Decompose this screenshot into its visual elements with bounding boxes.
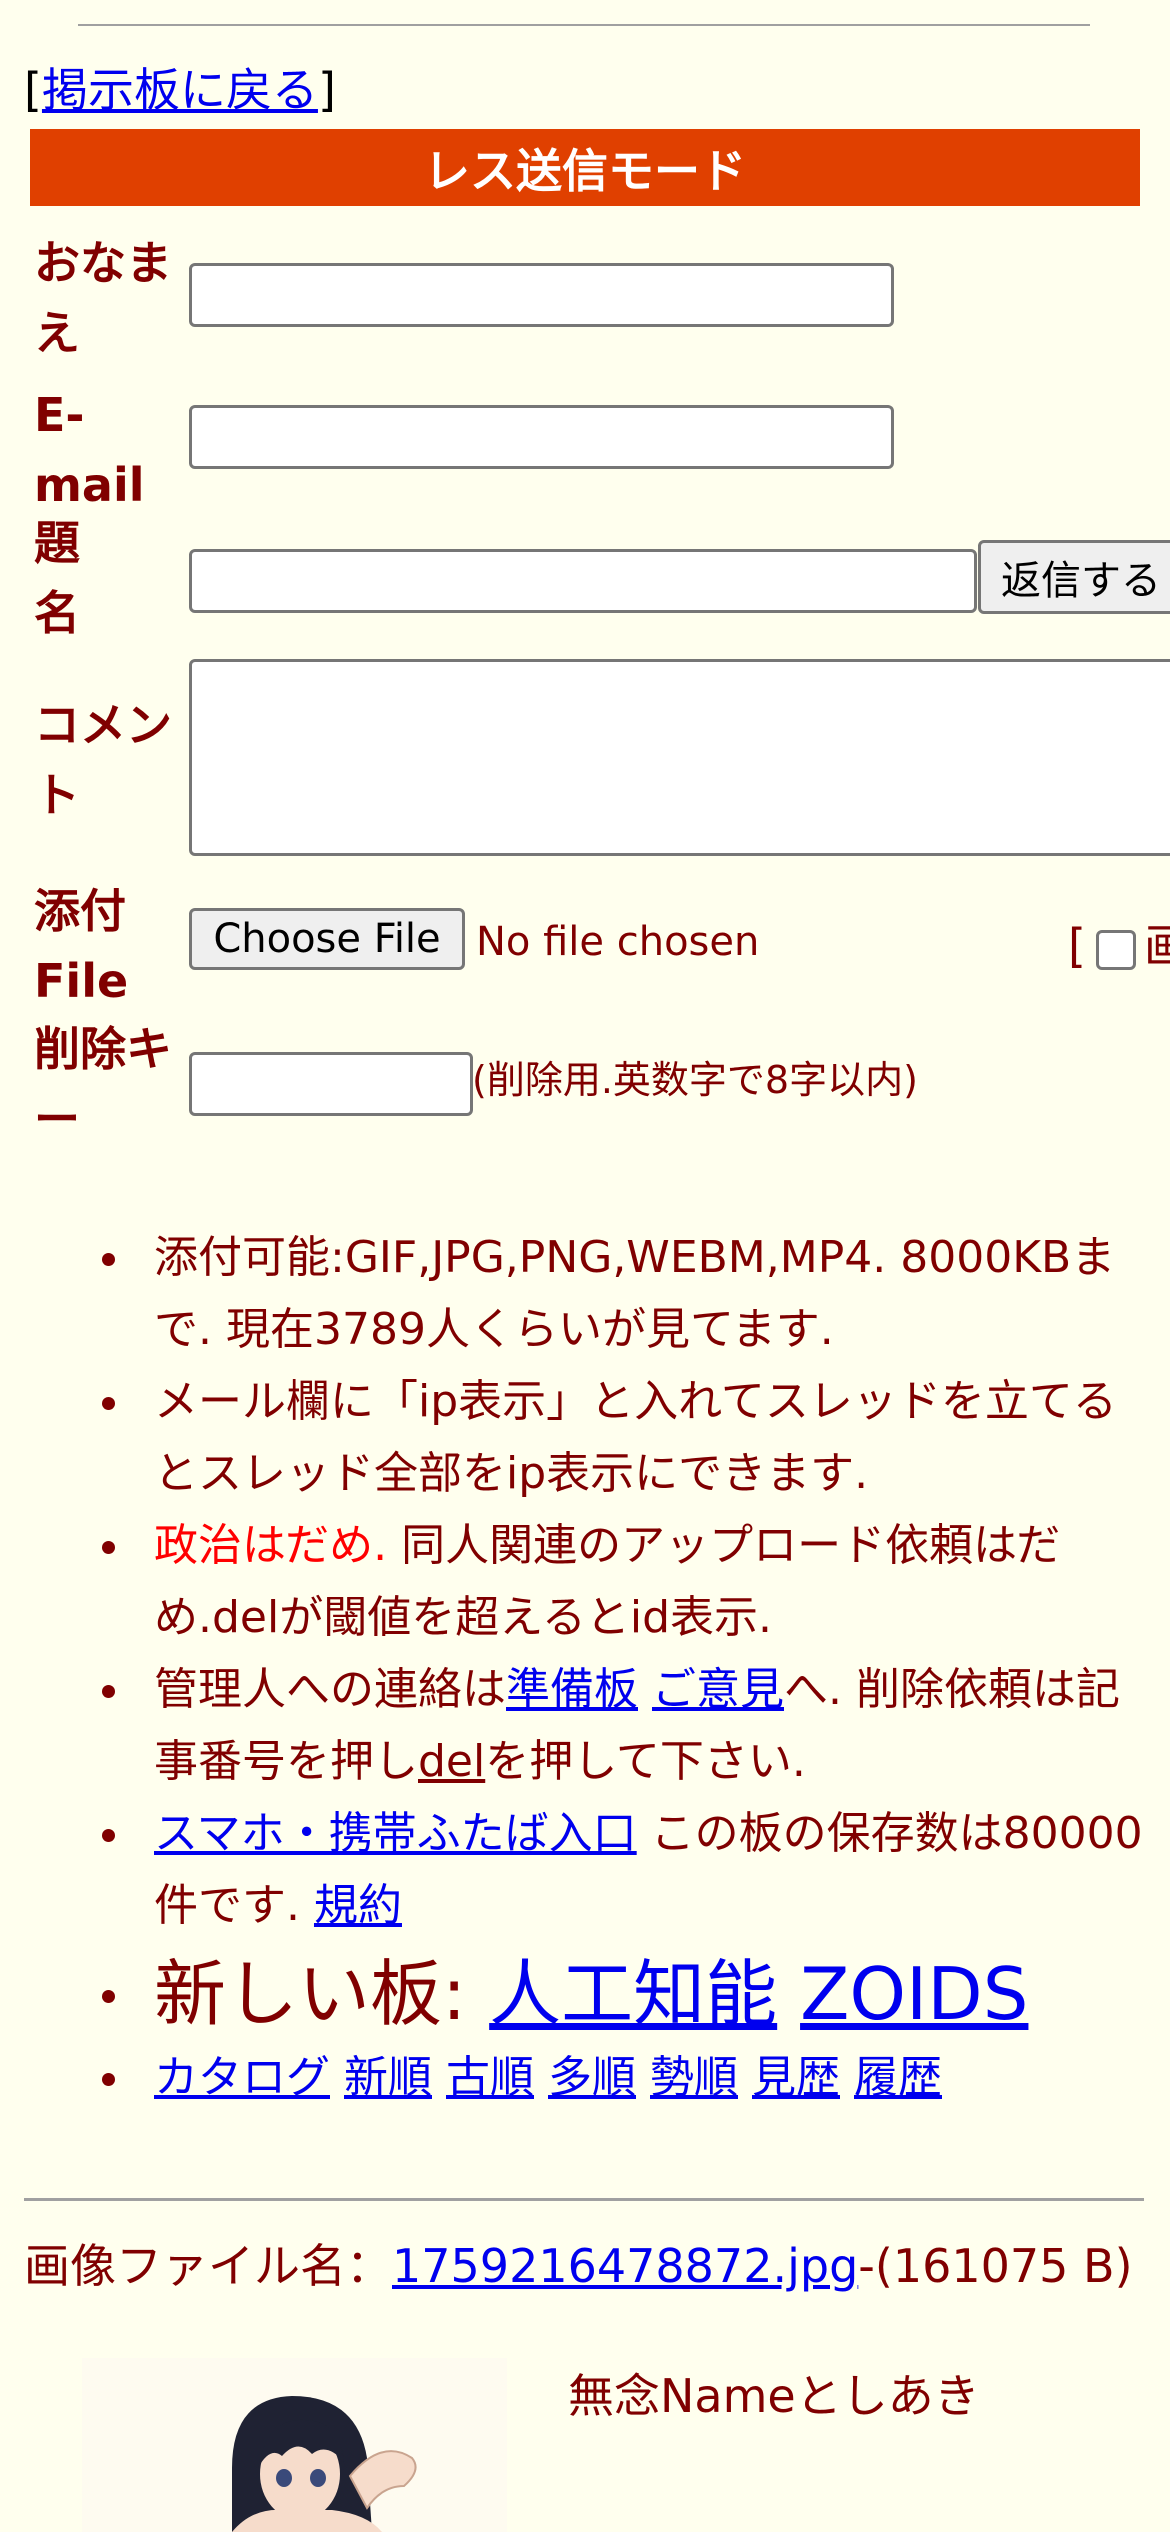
delete-key-label: 削除キー <box>34 1022 172 1146</box>
attach-label: 添付File <box>34 884 129 1008</box>
new-board-zoids-link[interactable]: ZOIDS <box>800 1952 1028 2036</box>
prep-board-link[interactable]: 準備板 <box>506 1664 638 1715</box>
board-rules-list: 添付可能:GIF,JPG,PNG,WEBM,MP4. 8000KBまで. 現在3… <box>0 1222 1170 2114</box>
top-divider <box>78 24 1090 26</box>
rule-text: 管理人への連絡は <box>154 1664 506 1715</box>
new-board-ai-link[interactable]: 人工知能 <box>489 1952 777 2036</box>
delete-key-hint: (削除用.英数字で8字以内) <box>472 1058 918 1102</box>
sort-momentum-link[interactable]: 勢順 <box>650 2052 738 2103</box>
file-size: -(161075 B) <box>858 2239 1133 2293</box>
mobile-entrance-link[interactable]: スマホ・携帯ふたば入口 <box>154 1808 637 1859</box>
rule-mobile: スマホ・携帯ふたば入口 この板の保存数は80000件です. 規約 <box>0 1798 1170 1942</box>
reply-submit-button[interactable]: 返信する <box>978 540 1170 614</box>
terms-link[interactable]: 規約 <box>314 1880 402 1931</box>
poster-name: 無念Nameとしあき <box>568 2369 980 2423</box>
name-label: おなまえ <box>34 236 172 360</box>
image-option-label: 画 <box>1143 919 1170 973</box>
new-boards-item: 新しい板: 人工知能 ZOIDS <box>0 1946 1170 2042</box>
subject-label: 題名 <box>34 516 80 640</box>
history-link[interactable]: 履歴 <box>854 2052 942 2103</box>
name-input[interactable] <box>189 263 894 327</box>
rule-contact: 管理人への連絡は準備板 ご意見へ. 削除依頼は記事番号を押しdelを押して下さい… <box>0 1654 1170 1798</box>
rule-text: 添付可能:GIF,JPG,PNG,WEBM,MP4. 8000KBまで. 現在3… <box>154 1232 1116 1355</box>
rule-text: を押して下さい. <box>485 1736 806 1787</box>
file-label: 画像ファイル名： <box>24 2239 392 2293</box>
sort-new-link[interactable]: 新順 <box>344 2052 432 2103</box>
email-input[interactable] <box>189 405 894 469</box>
comment-label: コメント <box>34 698 172 822</box>
post-file-info: 画像ファイル名：1759216478872.jpg-(161075 B) <box>24 2236 1154 2296</box>
post-thumbnail-image[interactable] <box>82 2358 507 2532</box>
bracket-open: [ <box>24 63 42 117</box>
option-bracket: [ <box>1068 919 1086 973</box>
rule-politics: 政治はだめ. 同人関連のアップロード依頼はだめ.delが閾値を超えるとid表示. <box>0 1510 1170 1654</box>
reply-mode-header: レス送信モード <box>30 129 1140 206</box>
back-to-board-nav: [掲示板に戻る] <box>24 60 336 120</box>
comment-textarea[interactable] <box>189 659 1170 856</box>
subject-input[interactable] <box>189 549 977 613</box>
no-file-status: No file chosen <box>476 919 760 965</box>
del-link[interactable]: del <box>418 1736 485 1787</box>
view-history-link[interactable]: 見歴 <box>752 2052 840 2103</box>
rule-warning: 政治はだめ. <box>154 1520 388 1571</box>
image-option-checkbox[interactable] <box>1095 929 1136 970</box>
bracket-close: ] <box>317 63 336 117</box>
new-boards-label: 新しい板: <box>154 1952 490 2036</box>
catalog-link[interactable]: カタログ <box>154 2052 330 2103</box>
delete-key-input[interactable] <box>189 1052 473 1116</box>
choose-file-button[interactable]: Choose File <box>189 908 465 970</box>
anime-character-illustration <box>82 2358 507 2532</box>
rule-attachments: 添付可能:GIF,JPG,PNG,WEBM,MP4. 8000KBまで. 現在3… <box>0 1222 1170 1366</box>
back-to-board-link[interactable]: 掲示板に戻る <box>42 63 318 117</box>
rule-ip-display: メール欄に「ip表示」と入れてスレッドを立てるとスレッド全部をip表示にできます… <box>0 1366 1170 1510</box>
email-label: E-mail <box>34 388 145 512</box>
image-option: [画 <box>1068 910 1170 976</box>
rule-text: メール欄に「ip表示」と入れてスレッドを立てるとスレッド全部をip表示にできます… <box>154 1376 1117 1499</box>
sort-links-item: カタログ 新順 古順 多順 勢順 見歴 履歴 <box>0 2042 1170 2114</box>
feedback-link[interactable]: ご意見 <box>652 1664 784 1715</box>
section-divider <box>24 2198 1144 2201</box>
image-file-link[interactable]: 1759216478872.jpg <box>392 2239 858 2293</box>
sort-old-link[interactable]: 古順 <box>446 2052 534 2103</box>
sort-many-link[interactable]: 多順 <box>548 2052 636 2103</box>
